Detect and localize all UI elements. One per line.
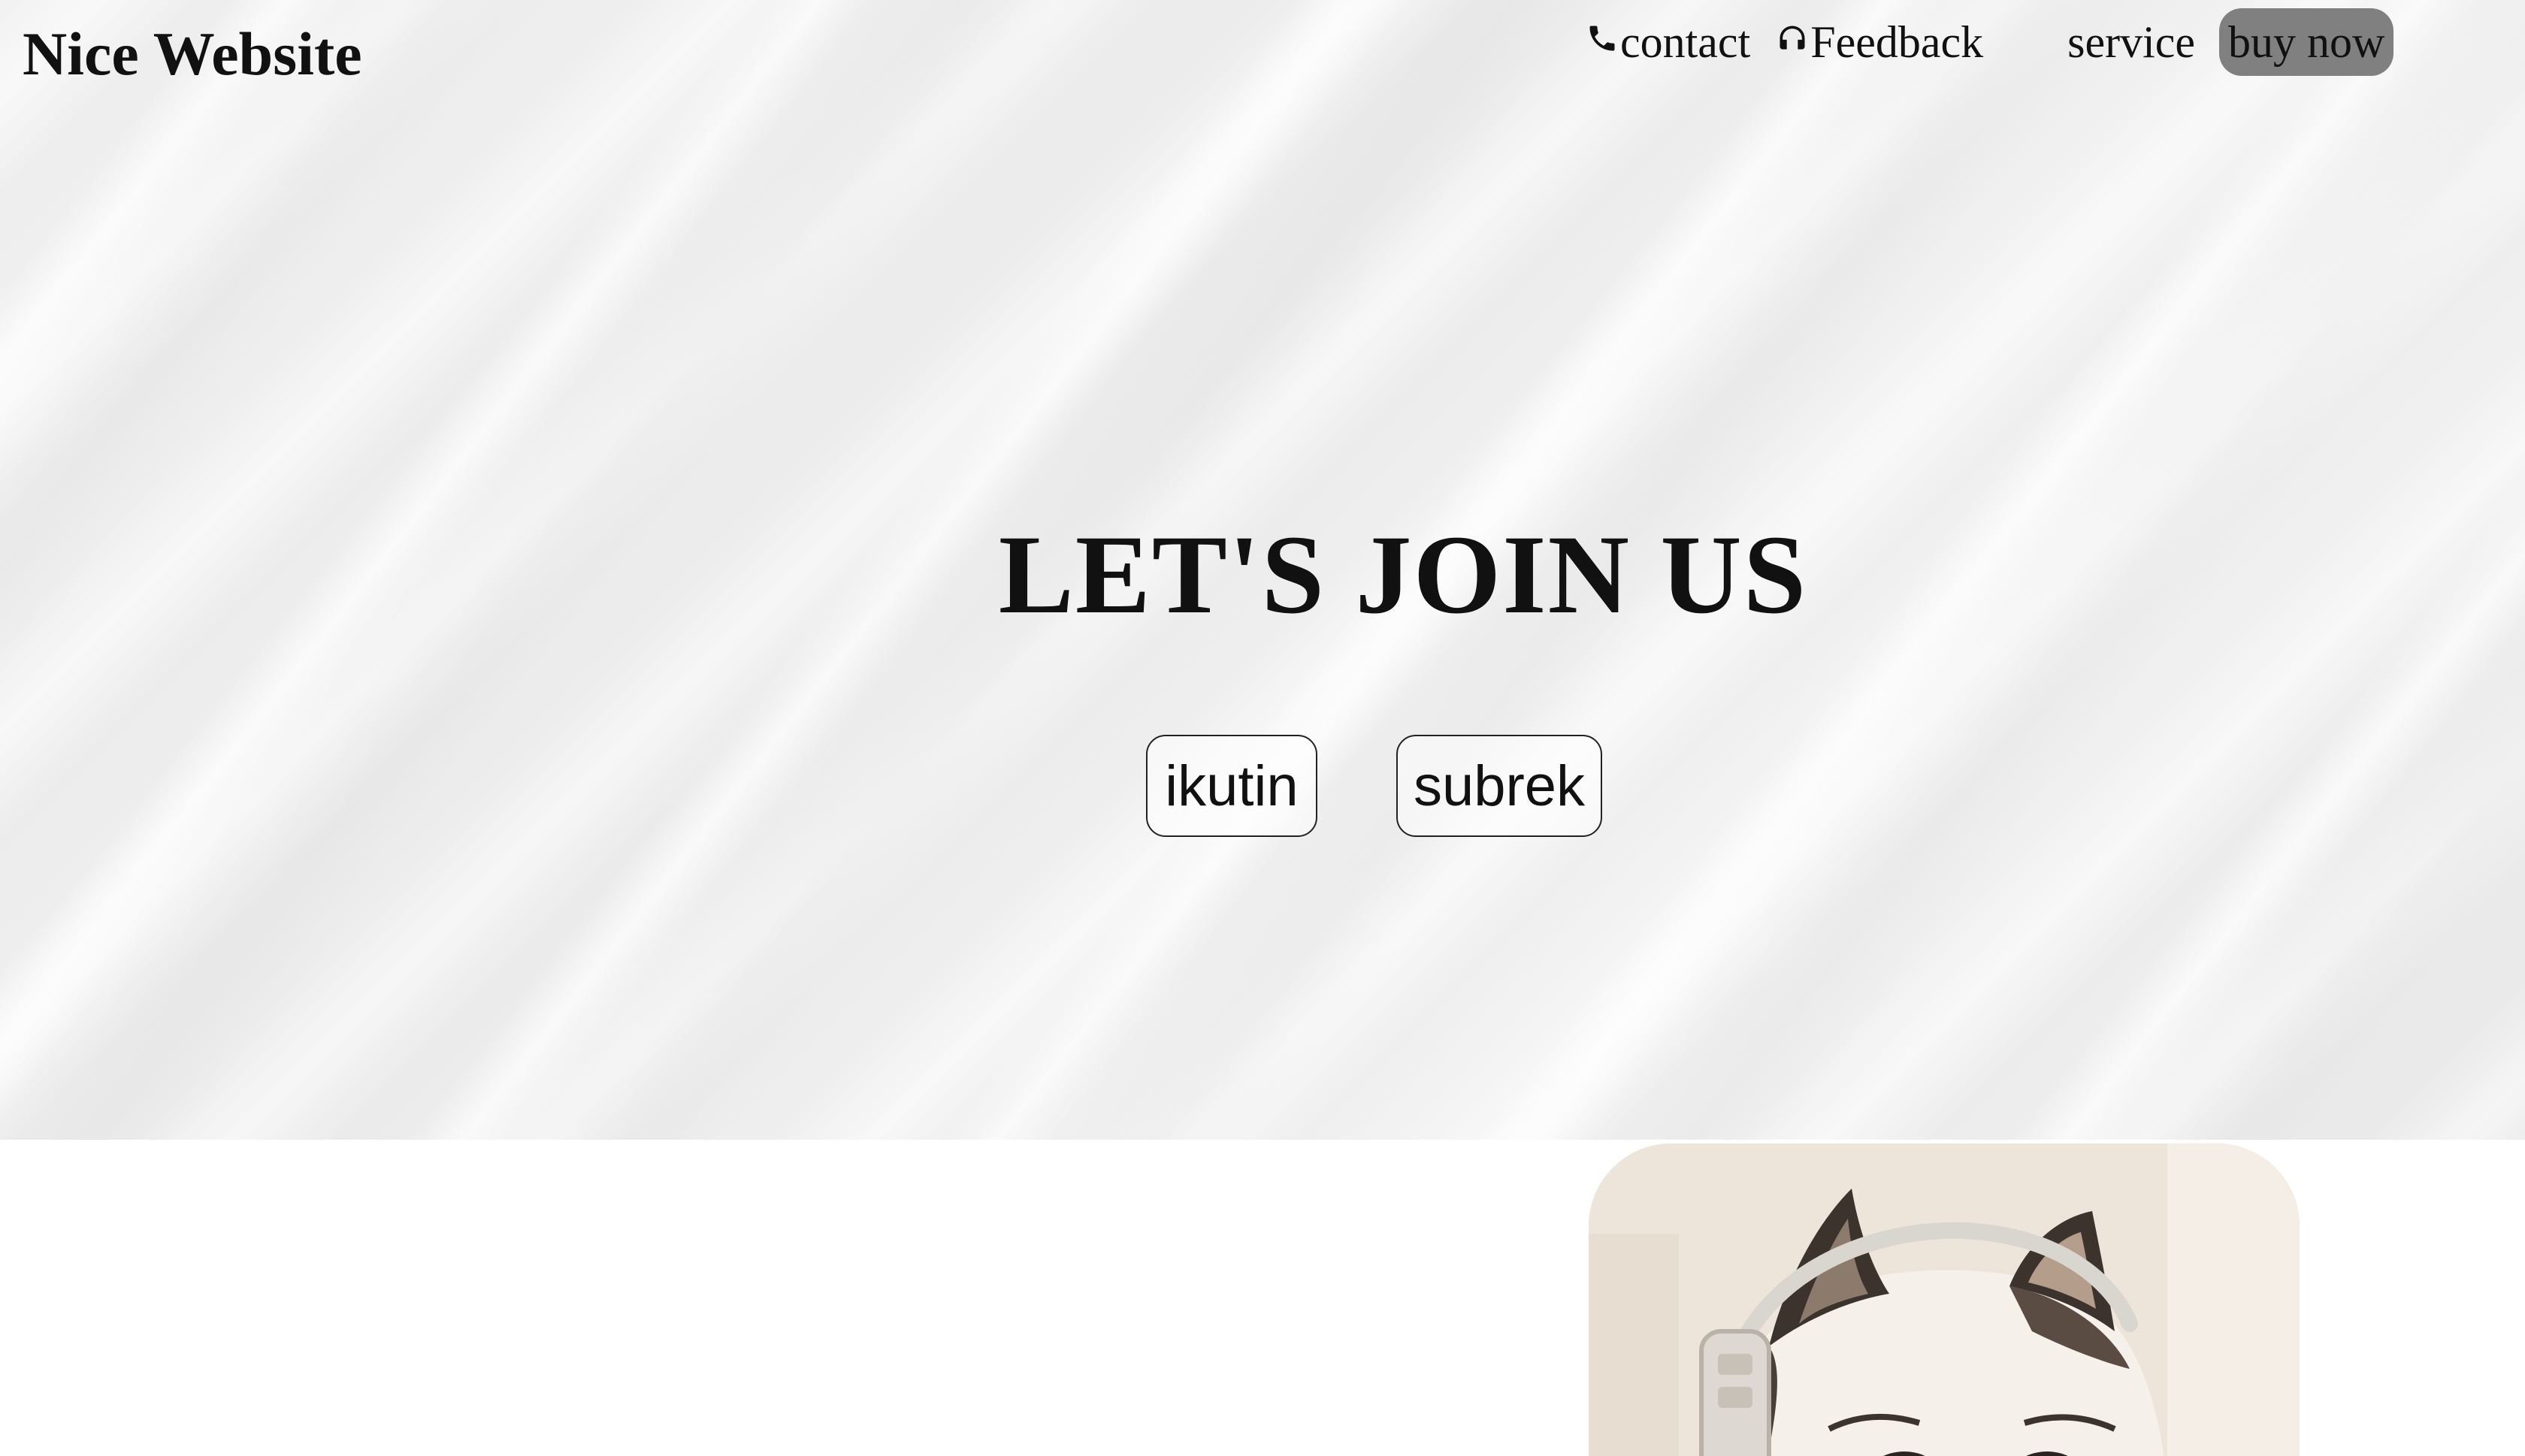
cat-with-headphones-illustration [1589,1143,2300,1456]
cat-illustration-image [1589,1143,2300,1456]
headphones-icon [1780,26,1805,50]
nav-contact-label: contact [1620,17,1751,67]
nav-service-label: service [2067,17,2196,67]
ikutin-button[interactable]: ikutin [1146,735,1317,837]
buy-now-button[interactable]: buy now [2219,8,2394,76]
subrek-button[interactable]: subrek [1396,735,1602,837]
nav-feedback-label: Feedback [1810,17,1984,67]
nav-contact-link[interactable]: contact [1586,17,1750,68]
phone-icon [1589,26,1615,51]
nav-service-link[interactable]: service [2067,17,2195,68]
hero-section: Nice Website contact Feedback service bu… [0,0,2525,1140]
nav-feedback-link[interactable]: Feedback [1776,17,1983,68]
hero-headline: LET'S JOIN US [998,512,1808,637]
buy-now-label: buy now [2228,17,2385,67]
top-nav: contact Feedback service buy now [1586,8,2394,77]
site-logo[interactable]: Nice Website [23,17,362,92]
page: Nice Website contact Feedback service bu… [0,0,2525,1456]
